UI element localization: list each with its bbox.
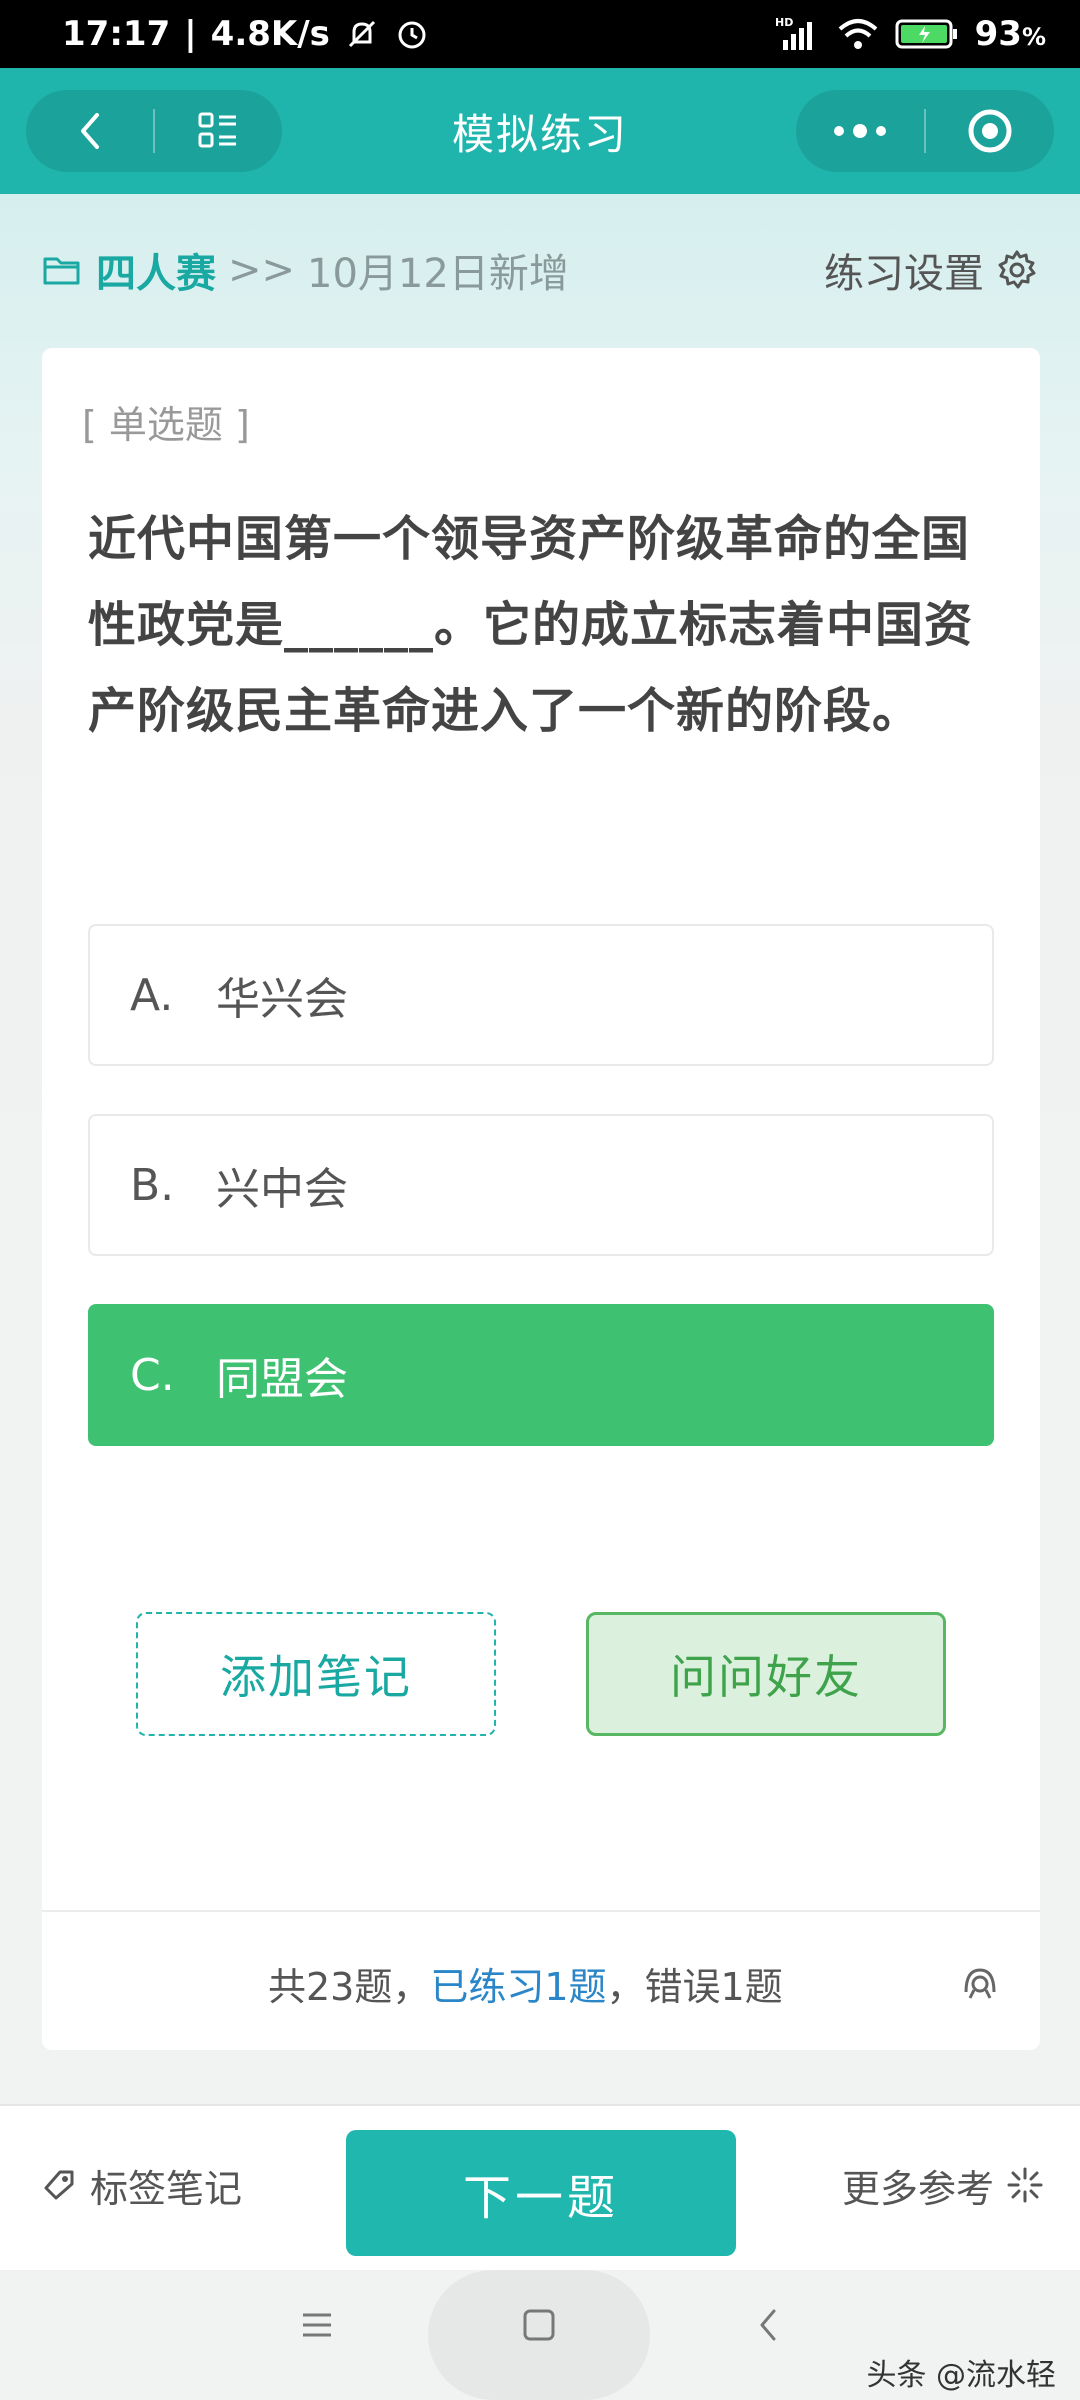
home-icon[interactable] [522,2308,556,2342]
back-nav-icon[interactable] [752,2308,786,2342]
more-dots-icon [834,124,886,138]
battery-percent: 93% [974,14,1046,54]
tag-note-button[interactable]: 标签笔记 [42,2150,242,2220]
feedback-icon[interactable] [958,1962,1002,2006]
breadcrumb-leaf: 10月12日新增 [307,251,569,297]
progress-wrong: ，错误1题 [606,1964,783,2009]
option-c[interactable]: C. 同盟会 [88,1304,994,1446]
option-b[interactable]: B. 兴中会 [88,1114,994,1256]
list-icon [198,112,237,148]
gear-icon [998,250,1036,289]
option-letter: A. [130,969,174,1021]
more-reference-label: 更多参考 [841,2166,994,2211]
status-speed: 4.8K/s [210,14,330,54]
chevron-left-icon [80,113,99,149]
menu-list-button[interactable] [155,90,282,172]
option-a[interactable]: A. 华兴会 [88,924,994,1066]
option-text: 华兴会 [216,974,348,1025]
question-card: [ 单选题 ] 近代中国第一个领导资产阶级革命的全国性政党是______。它的成… [42,348,1040,2050]
alarm-icon [394,16,430,52]
progress-total: 共23题， [268,1964,431,2009]
wifi-icon [837,17,879,51]
breadcrumb-root[interactable]: 四人赛 [96,241,216,299]
tag-note-label: 标签笔记 [90,2166,243,2211]
tag-icon [44,2170,74,2200]
target-close-icon [968,109,1012,153]
more-button[interactable] [796,90,924,172]
breadcrumb: 四人赛 >> 10月12日新增 [42,240,569,300]
svg-text:HD: HD [775,16,793,29]
signal-icon: HD [775,16,821,52]
status-separator: | [184,14,197,54]
option-text: 兴中会 [216,1164,348,1215]
ask-friend-button[interactable]: 问问好友 [586,1612,946,1736]
question-text: 近代中国第一个领导资产阶级革命的全国性政党是______。它的成立标志着中国资产… [88,511,974,739]
folder-icon [43,257,80,285]
next-question-button[interactable]: 下一题 [346,2130,736,2256]
option-text: 同盟会 [216,1354,348,1405]
practice-settings-button[interactable]: 练习设置 [824,240,1038,300]
status-bar: 17:17 | 4.8K/s HD 93% [0,0,1080,68]
more-reference-button[interactable]: 更多参考 [842,2150,1044,2220]
watermark: 头条 @流水轻 [866,2358,1056,2393]
card-divider [42,1910,1040,1912]
progress-summary: 共23题， 已练习1题 ，错误1题 [268,1948,783,2018]
option-letter: C. [130,1349,175,1401]
add-note-button[interactable]: 添加笔记 [136,1612,496,1736]
sparkle-icon [1007,2167,1043,2203]
close-miniapp-button[interactable] [926,90,1054,172]
recent-apps-icon[interactable] [300,2308,334,2342]
miniapp-capsule [796,90,1054,172]
option-letter: B. [130,1159,175,1211]
nav-capsule [26,90,282,172]
mute-icon [344,16,380,52]
battery-icon [895,17,959,51]
breadcrumb-separator: >> [228,247,296,293]
progress-practiced[interactable]: 已练习1题 [430,1956,606,2011]
practice-settings-label: 练习设置 [824,251,984,297]
app-header: 模拟练习 [0,68,1080,194]
status-time: 17:17 [62,14,171,54]
question-type: [ 单选题 ] [82,403,250,447]
back-button[interactable] [26,90,153,172]
bottom-action-bar: 标签笔记 下一题 更多参考 [0,2104,1080,2270]
